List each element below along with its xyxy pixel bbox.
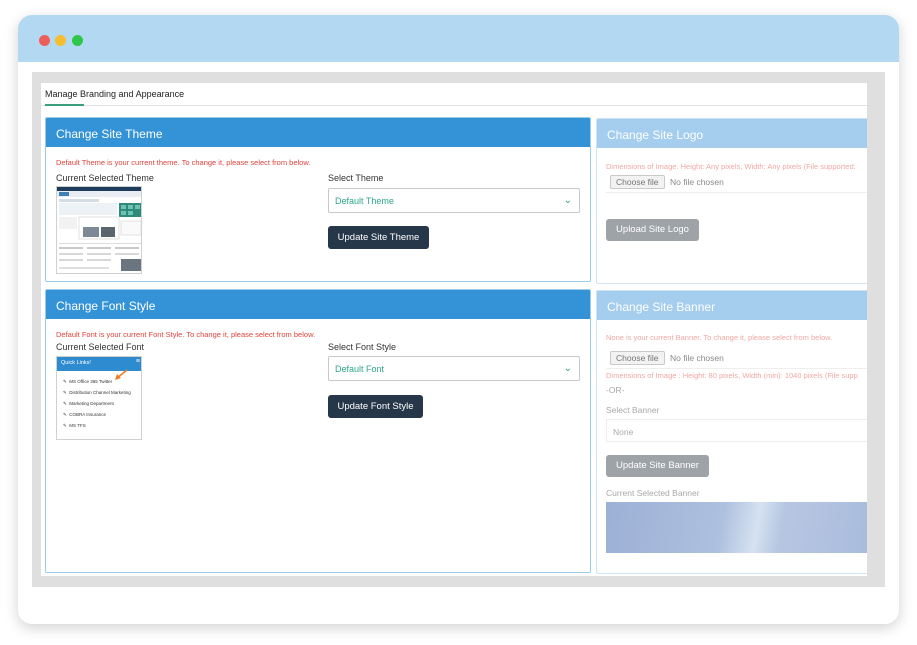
theme-select-value: Default Theme	[335, 196, 394, 206]
banner-choose-file-button[interactable]: Choose file	[610, 351, 665, 365]
active-tab-indicator	[45, 104, 84, 106]
close-window-dot[interactable]	[39, 35, 50, 46]
preview-link-item: ✎ Distribution Channel Marketing	[63, 390, 131, 395]
chevron-down-icon: ⌄	[563, 195, 572, 206]
update-font-style-button[interactable]: Update Font Style	[328, 395, 423, 418]
banner-file-input[interactable]: Choose file No file chosen	[606, 347, 867, 369]
site-banner-title: Change Site Banner	[597, 291, 867, 320]
window-titlebar	[18, 15, 899, 62]
current-banner-image	[606, 502, 867, 553]
site-theme-title: Change Site Theme	[46, 118, 590, 147]
current-theme-label: Current Selected Theme	[56, 173, 154, 183]
preview-header-text: Quick Links!	[61, 360, 91, 366]
banner-dimensions-note: Dimensions of Image : Height: 80 pixels,…	[606, 371, 858, 380]
preview-link-list: ✎ MS Office 365 Twitter ✎ Distribution C…	[63, 379, 131, 434]
preview-link-text: COBRA Insurance	[69, 412, 107, 417]
logo-dimensions-note: Dimensions of Image. Height: Any pixels,…	[606, 162, 856, 171]
font-note: Default Font is your current Font Style.…	[56, 330, 316, 339]
site-logo-title: Change Site Logo	[597, 119, 867, 148]
preview-link-text: MS TFS	[69, 423, 86, 428]
font-select-value: Default Font	[335, 364, 385, 374]
logo-choose-file-button[interactable]: Choose file	[610, 175, 665, 189]
theme-select[interactable]: Default Theme ⌄	[328, 188, 580, 213]
font-style-title: Change Font Style	[46, 290, 590, 319]
update-site-banner-button[interactable]: Update Site Banner	[606, 455, 709, 477]
content-area: Manage Branding and Appearance Change Si…	[32, 72, 885, 587]
select-font-label: Select Font Style	[328, 342, 397, 352]
branding-page: Manage Branding and Appearance Change Si…	[41, 83, 867, 576]
select-banner-label: Select Banner	[606, 405, 660, 415]
banner-select[interactable]: None	[606, 419, 867, 442]
theme-preview-image	[57, 187, 141, 271]
preview-link-text: Distribution Channel Marketing	[69, 390, 131, 395]
banner-file-status: No file chosen	[670, 353, 724, 363]
tab-bar: Manage Branding and Appearance	[41, 83, 867, 106]
select-theme-label: Select Theme	[328, 173, 384, 183]
preview-link-item: ✎ Marketing Department	[63, 401, 114, 406]
banner-note: None is your current Banner. To change i…	[606, 333, 833, 342]
banner-select-value: None	[613, 427, 634, 437]
preview-link-item: ✎ MS TFS	[63, 423, 86, 428]
theme-note: Default Theme is your current theme. To …	[56, 158, 311, 167]
tab-manage-branding[interactable]: Manage Branding and Appearance	[45, 89, 184, 99]
preview-link-item: ✎ MS Office 365 Twitter	[63, 379, 113, 384]
chevron-down-icon: ⌄	[563, 363, 572, 374]
update-site-theme-button[interactable]: Update Site Theme	[328, 226, 429, 249]
font-select[interactable]: Default Font ⌄	[328, 356, 580, 381]
current-font-label: Current Selected Font	[56, 342, 145, 352]
site-logo-panel: Change Site Logo Dimensions of Image. He…	[596, 118, 867, 284]
current-banner-label: Current Selected Banner	[606, 488, 700, 498]
site-theme-panel: Change Site Theme Default Theme is your …	[45, 117, 591, 282]
upload-site-logo-button[interactable]: Upload Site Logo	[606, 219, 699, 241]
current-theme-thumbnail	[56, 186, 142, 274]
site-banner-panel: Change Site Banner None is your current …	[596, 290, 867, 574]
preview-link-text: MS Office 365 Twitter	[69, 379, 113, 384]
logo-file-input[interactable]: Choose file No file chosen	[606, 171, 867, 193]
or-separator: -OR-	[606, 385, 625, 395]
current-font-thumbnail: Quick Links! ≡ ✎ MS Office 365 Twitter ✎…	[56, 356, 142, 440]
font-style-panel: Change Font Style Default Font is your c…	[45, 289, 591, 573]
preview-link-item: ✎ COBRA Insurance	[63, 412, 107, 417]
preview-header: Quick Links! ≡	[57, 357, 141, 371]
logo-file-status: No file chosen	[670, 177, 724, 187]
minimize-window-dot[interactable]	[55, 35, 66, 46]
menu-icon: ≡	[135, 358, 140, 365]
browser-window: Manage Branding and Appearance Change Si…	[18, 15, 899, 624]
preview-link-text: Marketing Department	[69, 401, 114, 406]
maximize-window-dot[interactable]	[72, 35, 83, 46]
